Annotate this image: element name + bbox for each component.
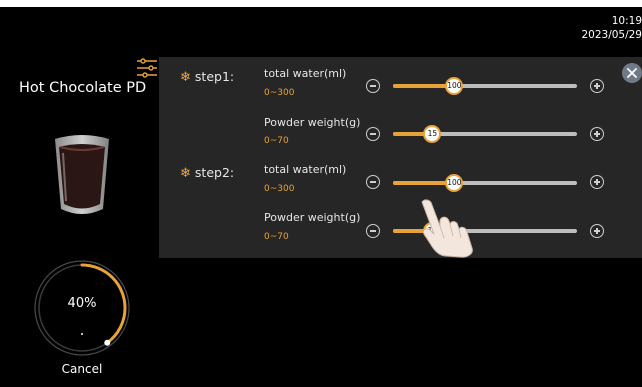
step-1-water-slider[interactable]: 100 (393, 77, 577, 95)
snowflake-icon: ❄ (180, 70, 191, 85)
step-1-water-plus-button[interactable] (590, 79, 604, 93)
slider-thumb[interactable]: 100 (445, 174, 464, 192)
step-2-powder-name: Powder weight(g) (264, 211, 361, 224)
recipe-settings-panel: ❄ step1: total water(ml) 0~300 100 Powder… (159, 57, 642, 258)
step-1-powder-slider[interactable]: 15 (393, 125, 577, 143)
cancel-button[interactable]: Cancel (32, 362, 132, 376)
slider-thumb[interactable]: 15 (423, 125, 442, 143)
top-edge (0, 0, 642, 7)
step-2-water-range: 0~300 (264, 184, 295, 194)
step-2-powder-range: 0~70 (264, 232, 289, 242)
close-icon (627, 68, 637, 78)
step-2-water-name: total water(ml) (264, 163, 347, 176)
step-2-plus-button[interactable] (590, 224, 604, 238)
slider-thumb[interactable]: 100 (445, 77, 464, 95)
close-button[interactable] (622, 63, 642, 83)
clock-date: 2023/05/29 (581, 29, 642, 41)
step-1-powder-plus-button[interactable] (590, 127, 604, 141)
step-2-label: ❄ step2: (180, 165, 235, 181)
step-2-water-minus-button[interactable] (366, 175, 380, 189)
sliders-icon[interactable] (135, 56, 159, 84)
snowflake-icon: ❄ (180, 166, 191, 181)
cup-image (55, 135, 109, 214)
status-clock: 10:19 2023/05/29 (581, 14, 642, 42)
clock-time: 10:19 (611, 15, 642, 27)
progress-percent: 40% (67, 296, 97, 311)
step-1-powder-range: 0~70 (264, 136, 289, 146)
step-1-water-range: 0~300 (264, 88, 295, 98)
step-1-water-minus-button[interactable] (366, 79, 380, 93)
step-1-water-name: total water(ml) (264, 67, 347, 80)
step-2-powder-minus-button[interactable] (366, 224, 380, 238)
product-title: Hot Chocolate PD (19, 80, 147, 96)
touch-hand-icon (421, 199, 473, 258)
step-2-water-slider[interactable]: 100 (393, 174, 577, 192)
step-1-powder-name: Powder weight(g) (264, 116, 361, 129)
step-1-powder-minus-button[interactable] (366, 127, 380, 141)
step-2-water-plus-button[interactable] (590, 175, 604, 189)
step-1-label: ❄ step1: (180, 69, 235, 85)
